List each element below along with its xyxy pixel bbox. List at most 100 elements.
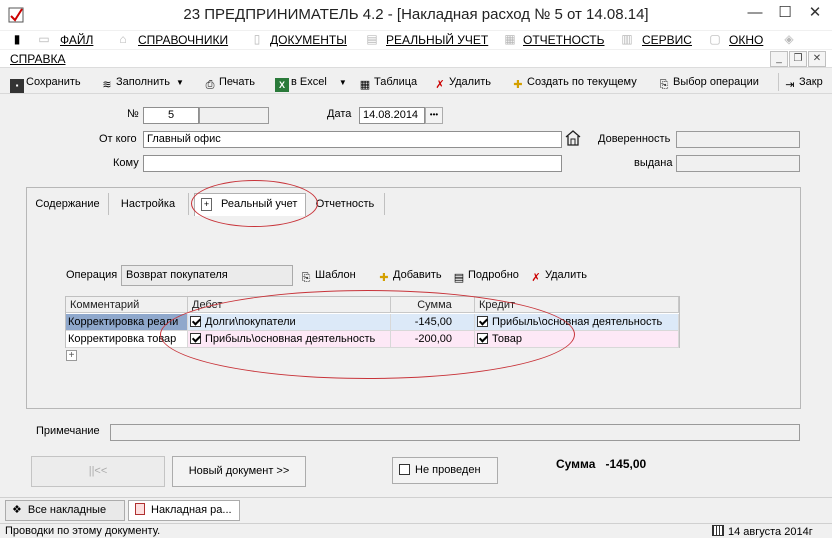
posting-status-button[interactable]: Не проведен: [392, 457, 498, 484]
fill-button[interactable]: ≋ Заполнить ▼: [100, 74, 184, 91]
status-date: 14 августа 2014г: [712, 525, 813, 538]
menu-directories[interactable]: СПРАВОЧНИКИ: [138, 32, 228, 48]
home-icon: ⌂: [119, 32, 127, 46]
delete-icon: ✗: [531, 272, 541, 284]
toolbar-separator: [778, 73, 779, 91]
report-icon: ▦: [504, 32, 516, 46]
calendar-icon: [712, 525, 724, 536]
to-field[interactable]: [143, 155, 562, 172]
from-field[interactable]: Главный офис: [143, 131, 562, 148]
close-window-button[interactable]: ✕: [800, 0, 830, 28]
note-field[interactable]: [110, 424, 800, 441]
print-label: Печать: [219, 76, 256, 88]
table-button[interactable]: ▦ Таблица: [358, 74, 418, 91]
delete-label: Удалить: [449, 76, 491, 88]
tab-reports[interactable]: Отчетность: [312, 193, 378, 215]
number-label: №: [127, 108, 139, 120]
create-based-label: Создать по текущему: [527, 76, 637, 88]
details-button[interactable]: ▤ Подробно: [452, 267, 519, 284]
doc-tab-label: Накладная ра...: [151, 504, 232, 516]
minimize-button[interactable]: —: [740, 0, 770, 28]
menu-file[interactable]: ФАЙЛ: [60, 32, 93, 48]
number-suffix-field: [199, 107, 269, 124]
child-restore-button[interactable]: ❐: [789, 51, 807, 67]
choose-operation-button[interactable]: ⎘ Выбор операции: [657, 74, 759, 91]
excel-icon: X: [275, 78, 289, 92]
details-icon: ▤: [453, 272, 465, 284]
document-icon: ▮: [13, 32, 21, 46]
close-doc-button[interactable]: ⇥ Закр: [783, 74, 822, 91]
first-button[interactable]: ||<<: [31, 456, 165, 487]
note-label: Примечание: [36, 425, 100, 437]
date-picker-button[interactable]: •••: [425, 107, 443, 124]
menu-help[interactable]: СПРАВКА: [10, 51, 66, 67]
delete-icon: ✗: [435, 79, 445, 91]
exit-icon: ⇥: [785, 79, 795, 91]
tab-settings[interactable]: Настройка: [112, 193, 184, 215]
doc-tab-label: Все накладные: [27, 504, 107, 516]
doc-tab-all-invoices[interactable]: ❖ Все накладные: [5, 500, 125, 521]
status-date-text: 14 августа 2014г: [728, 526, 813, 538]
date-label: Дата: [327, 108, 352, 120]
page-icon: [135, 503, 145, 515]
add-row-button[interactable]: +: [66, 350, 77, 361]
issued-label: выдана: [634, 157, 673, 169]
maximize-button[interactable]: ☐: [770, 0, 800, 28]
service-icon: ▥: [621, 32, 633, 46]
tab-content[interactable]: Содержание: [30, 193, 105, 215]
total-label: Сумма: [556, 457, 596, 471]
row-delete-button[interactable]: ✗ Удалить: [529, 267, 587, 284]
template-button[interactable]: ⎘ Шаблон: [299, 267, 356, 284]
menu-reports[interactable]: ОТЧЕТНОСТЬ: [523, 32, 604, 48]
menu-real-accounting[interactable]: РЕАЛЬНЫЙ УЧЕТ: [386, 32, 488, 48]
excel-button[interactable]: Xв Excel ▼: [275, 74, 347, 92]
house-icon[interactable]: [565, 129, 581, 147]
tab-divider: [188, 193, 189, 215]
number-field[interactable]: 5: [143, 107, 199, 124]
plus-icon: ✚: [513, 79, 523, 91]
operation-field[interactable]: Возврат покупателя: [121, 265, 293, 286]
template-icon: ⎘: [301, 272, 311, 284]
excel-label: в Excel: [291, 76, 327, 88]
add-button[interactable]: ✚ Добавить: [377, 267, 441, 284]
plus-icon: ✚: [379, 272, 389, 284]
child-close-button[interactable]: ✕: [808, 51, 826, 67]
new-document-button[interactable]: Новый документ >>: [172, 456, 306, 487]
menu-documents[interactable]: ДОКУМЕНТЫ: [270, 32, 347, 48]
to-label: Кому: [113, 157, 139, 169]
checkbox-icon[interactable]: [399, 464, 410, 475]
template-label: Шаблон: [315, 269, 356, 281]
print-button[interactable]: ⎙ Печать: [203, 74, 256, 91]
operation-icon: ⎘: [659, 79, 669, 91]
save-button[interactable]: ▪ Сохранить: [10, 74, 81, 93]
doc-tab-invoice[interactable]: Накладная ра...: [128, 500, 240, 521]
operation-label: Операция: [66, 269, 118, 281]
row-delete-label: Удалить: [545, 269, 587, 281]
menu-window[interactable]: ОКНО: [729, 32, 763, 48]
fill-icon: ≋: [102, 79, 112, 91]
table-label: Таблица: [374, 76, 418, 88]
details-label: Подробно: [468, 269, 519, 281]
status-text: Проводки по этому документу.: [5, 525, 161, 537]
window-title: 23 ПРЕДПРИНИМАТЕЛЬ 4.2 - [Накладная расх…: [183, 6, 649, 23]
from-label: От кого: [99, 133, 137, 145]
table-icon: ▦: [359, 79, 371, 91]
child-minimize-button[interactable]: _: [770, 51, 788, 67]
annotation-ellipse: [160, 290, 575, 379]
delete-button[interactable]: ✗ Удалить: [433, 74, 491, 91]
menu-service[interactable]: СЕРВИС: [642, 32, 692, 48]
column-comment[interactable]: Комментарий: [66, 297, 188, 313]
help-icon: ◈: [784, 32, 794, 46]
create-based-button[interactable]: ✚ Создать по текущему: [511, 74, 637, 91]
trust-field: [676, 131, 800, 148]
folder-icon: ▭: [38, 32, 50, 46]
ledger-icon: ▤: [366, 32, 378, 46]
date-field[interactable]: 14.08.2014: [359, 107, 425, 124]
printer-icon: ⎙: [205, 79, 215, 91]
window-icon: ▢: [709, 32, 721, 46]
issued-field: [676, 155, 800, 172]
doc-tabs-divider: [0, 497, 832, 498]
annotation-ellipse: [191, 180, 318, 227]
posting-status-label: Не проведен: [415, 464, 481, 476]
menu-bar-row2: [0, 50, 832, 68]
